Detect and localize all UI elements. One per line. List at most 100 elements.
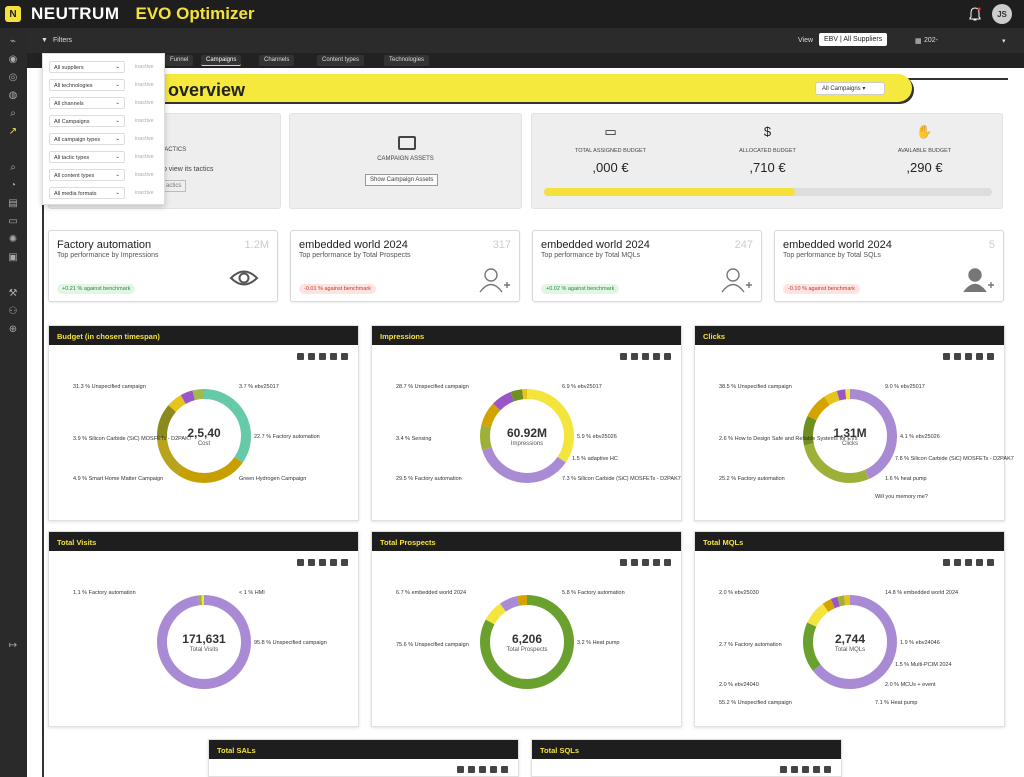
filter-icon[interactable]: ▼: [41, 37, 48, 44]
pie-icon[interactable]: ◔: [7, 180, 19, 192]
allocated-budget-label: ALLOCATED BUDGET: [739, 148, 796, 154]
donut-center-label: Total Visits: [189, 647, 219, 653]
bell-icon[interactable]: [968, 6, 982, 22]
expand-icon[interactable]: [501, 766, 508, 773]
filter-select[interactable]: All content types ⌄: [49, 169, 125, 181]
expand-icon[interactable]: [824, 766, 831, 773]
slice-label: 22.7 % Factory automation: [254, 434, 320, 440]
kpi-card: embedded world 2024 Top performance by T…: [532, 230, 762, 302]
document-dollar-icon: $: [763, 124, 772, 139]
benchmark-badge: -0.01 % against benchmark: [299, 284, 376, 294]
campaign-select[interactable]: All Campaigns ▾: [815, 82, 885, 95]
trend-icon[interactable]: ↗: [7, 126, 19, 138]
kpi-title: Factory automation: [57, 239, 152, 251]
kpi-subtitle: Top performance by Total Prospects: [299, 252, 411, 259]
show-assets-button[interactable]: Show Campaign Assets: [365, 174, 439, 186]
slice-label: 4.1 % ebv25026: [900, 434, 940, 440]
date-select[interactable]: 202-: [924, 37, 938, 44]
slice-label: 7.3 % Silicon Carbide (SiC) MOSFETs - D2…: [562, 476, 681, 482]
search-icon[interactable]: ⌕: [7, 162, 19, 174]
slice-label: 2.0 % ebv24040: [719, 682, 759, 688]
filter-dropdown: All suppliers ⌄ inactive All technologies ⌄ i…: [42, 53, 165, 205]
filter-row: All suppliers ⌄ inactive: [49, 61, 161, 73]
tab-campaigns[interactable]: Campaigns: [201, 55, 242, 66]
settings-icon[interactable]: ✺: [7, 234, 19, 246]
donut-center-value: 6,206: [511, 632, 543, 646]
filter-select[interactable]: All tactic types ⌄: [49, 151, 125, 163]
filter-select-value: All suppliers: [54, 65, 84, 71]
document-icon[interactable]: ▤: [7, 198, 19, 210]
wrench-icon[interactable]: ⚒: [7, 288, 19, 300]
panel-title: Total SALs: [209, 740, 518, 759]
total-budget-label: TOTAL ASSIGNED BUDGET: [574, 148, 647, 154]
filter-select[interactable]: All media formats ⌄: [49, 187, 125, 199]
slice-label: Will you memory me?: [875, 494, 928, 500]
slice-label: 25.2 % Factory automation: [719, 476, 785, 482]
available-budget-label: AVAILABLE BUDGET: [897, 148, 952, 154]
filter-select-value: All Campaigns: [54, 119, 90, 125]
slice-label: 31.3 % Unspecified campaign: [73, 384, 146, 390]
tactics-text: to view its tactics: [161, 166, 214, 173]
filter-row: All technologies ⌄ inactive: [49, 79, 161, 91]
filter-select[interactable]: All suppliers ⌄: [49, 61, 125, 73]
print-icon[interactable]: [813, 766, 820, 773]
benchmark-badge: +0.21 % against benchmark: [57, 284, 136, 294]
users-icon[interactable]: ⚇: [7, 306, 19, 318]
chart-icon[interactable]: ⌁: [7, 36, 19, 48]
kpi-subtitle: Top performance by Total MQLs: [541, 252, 641, 259]
chart-panel: Impressions 60.92M Impressions 28.7 % Un…: [371, 325, 682, 521]
filter-select-value: All content types: [54, 173, 95, 179]
slice-label: 38.5 % Unspecified campaign: [719, 384, 792, 390]
slice-label: 2.0 % MCUs + event: [885, 682, 936, 688]
allocated-budget-value: ,710 €: [749, 160, 786, 175]
logout-icon[interactable]: ↦: [7, 640, 19, 652]
chevron-down-icon: ⌄: [115, 64, 120, 70]
export-icon[interactable]: [479, 766, 486, 773]
kpi-card: embedded world 2024 Top performance by T…: [290, 230, 520, 302]
slice-label: 1.5 % adaptive HC: [572, 456, 618, 462]
slice-label: 7.1 % Heat pump: [875, 700, 918, 706]
chart-panel: Total Prospects 6,206 Total Prospects 6.…: [371, 531, 682, 727]
assets-card: CAMPAIGN ASSETS Show Campaign Assets: [289, 113, 522, 209]
filter-select[interactable]: All campaign types ⌄: [49, 133, 125, 145]
globe-icon[interactable]: ◍: [7, 90, 19, 102]
filter-select[interactable]: All Campaigns ⌄: [49, 115, 125, 127]
avatar[interactable]: JS: [992, 4, 1012, 24]
filter-select[interactable]: All channels ⌄: [49, 97, 125, 109]
filters-toggle[interactable]: Filters: [53, 37, 72, 44]
tab-technologies[interactable]: Technologies: [384, 55, 430, 66]
bag-icon[interactable]: ▣: [7, 252, 19, 264]
view-label: View: [798, 37, 814, 44]
export-icon[interactable]: [802, 766, 809, 773]
benchmark-badge: +0.02 % against benchmark: [541, 284, 620, 294]
search-doc-icon[interactable]: ⌕: [7, 108, 19, 120]
filter-select-value: All media formats: [54, 191, 97, 197]
chevron-down-icon: ⌄: [115, 100, 120, 106]
tab-content-types[interactable]: Content types: [317, 55, 365, 66]
card-icon[interactable]: ▭: [7, 216, 19, 228]
slice-label: 3.4 % Sensing: [396, 436, 432, 442]
chart-panel: Total MQLs 2,744 Total MQLs 2.0 % ebv250…: [694, 531, 1005, 727]
location-icon[interactable]: ◉: [7, 54, 19, 66]
export-icon[interactable]: [780, 766, 787, 773]
campaign-select-value: All Campaigns: [822, 86, 861, 92]
export-icon[interactable]: [791, 766, 798, 773]
plus-circle-icon[interactable]: ⊕: [7, 324, 19, 336]
tab-channels[interactable]: Channels: [259, 55, 295, 66]
tab-funnel[interactable]: Funnel: [165, 55, 194, 66]
panel-title: Total SQLs: [532, 740, 841, 759]
target-icon[interactable]: ◎: [7, 72, 19, 84]
total-budget-value: ,000 €: [592, 160, 629, 175]
print-icon[interactable]: [490, 766, 497, 773]
donut-center-value: 60.92M: [506, 426, 548, 440]
donut-center-label: Impressions: [510, 441, 544, 447]
donut-chart: [803, 595, 897, 689]
export-icon[interactable]: [457, 766, 464, 773]
view-select[interactable]: EBV | All Suppliers: [819, 33, 888, 46]
kpi-value: 247: [734, 239, 753, 251]
export-icon[interactable]: [468, 766, 475, 773]
filter-select[interactable]: All technologies ⌄: [49, 79, 125, 91]
date-chevron-icon[interactable]: ▾: [1002, 37, 1006, 45]
slice-label: 5.8 % Factory automation: [562, 590, 625, 596]
filter-state: inactive: [135, 118, 154, 124]
